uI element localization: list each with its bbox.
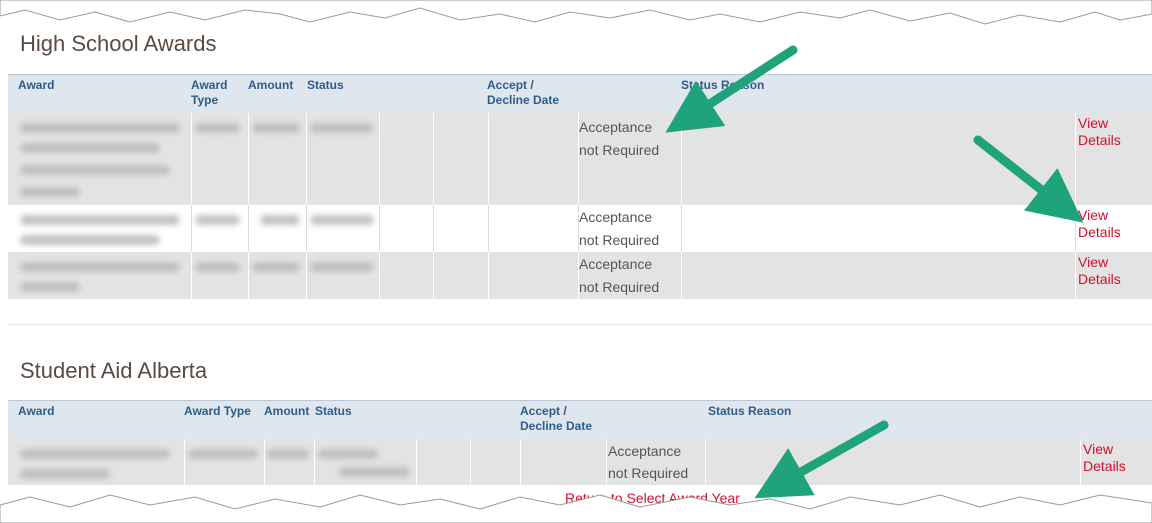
header-award: Award [18,78,55,92]
redacted-status [310,123,374,133]
redacted-status [310,215,374,225]
view-details-link-line2[interactable]: Details [1078,224,1121,241]
header-award-type: Award Type [184,404,251,418]
header-amount: Amount [248,78,294,92]
redacted-status [310,262,374,272]
section-title-student-aid: Student Aid Alberta [20,358,208,383]
acceptance-status-line1: Acceptance [608,443,682,459]
student-aid-table-header: Award Award Type Amount Status Accept / … [8,400,1152,440]
redacted-award-type [195,262,240,272]
acceptance-status-line2: not Required [579,232,660,248]
header-status: Status [307,78,344,92]
redacted-amount [260,215,300,225]
redacted-status [318,449,378,459]
redacted-award-type [188,449,258,459]
redacted-amount [252,262,300,272]
header-status-reason: Status Reason [681,78,765,92]
view-details-link[interactable]: View [1083,441,1113,458]
header-award-type-line1: Award [191,78,228,92]
section-title-high-school: High School Awards [20,31,217,56]
table-row: Acceptance not Required View Details [8,113,1152,205]
header-amount: Amount [264,404,310,418]
acceptance-status-line2: not Required [579,279,660,295]
table-row: Acceptance not Required View Details [8,439,1152,485]
view-details-link[interactable]: View [1078,115,1108,132]
section-divider [8,324,1152,325]
redacted-amount [267,449,309,459]
view-details-link-line2[interactable]: Details [1083,458,1126,475]
redacted-award-name [20,449,170,459]
header-accept-line1: Accept / [520,404,567,418]
acceptance-status-line2: not Required [608,465,689,481]
redacted-award-name [20,123,180,133]
acceptance-status-line1: Acceptance [579,119,653,135]
header-accept-line2: Decline Date [520,419,593,433]
acceptance-status-line1: Acceptance [579,209,653,225]
view-details-link[interactable]: View [1078,254,1108,271]
redacted-award-type [195,215,240,225]
redacted-award-type [195,123,240,133]
view-details-link[interactable]: View [1078,207,1108,224]
table-row: Acceptance not Required View Details [8,252,1152,299]
acceptance-status-line1: Acceptance [579,256,653,272]
header-award-type-line2: Type [191,93,219,107]
header-status: Status [315,404,352,418]
high-school-table-header: Award Award Type Amount Status Accept / … [8,74,1152,114]
view-details-link-line2[interactable]: Details [1078,132,1121,149]
view-details-link-line2[interactable]: Details [1078,271,1121,288]
acceptance-status-line2: not Required [579,142,660,158]
header-accept-line2: Decline Date [487,93,560,107]
header-accept-line1: Accept / [487,78,534,92]
table-row: Acceptance not Required View Details [8,205,1152,252]
redacted-amount [252,123,300,133]
header-award: Award [18,404,55,418]
header-status-reason: Status Reason [708,404,792,418]
awards-page: High School Awards Award Award Type Amou… [8,0,1152,523]
return-to-select-award-year-link[interactable]: Return to Select Award Year [565,490,740,507]
redacted-award-name [20,215,180,225]
redacted-award-name [20,262,180,272]
